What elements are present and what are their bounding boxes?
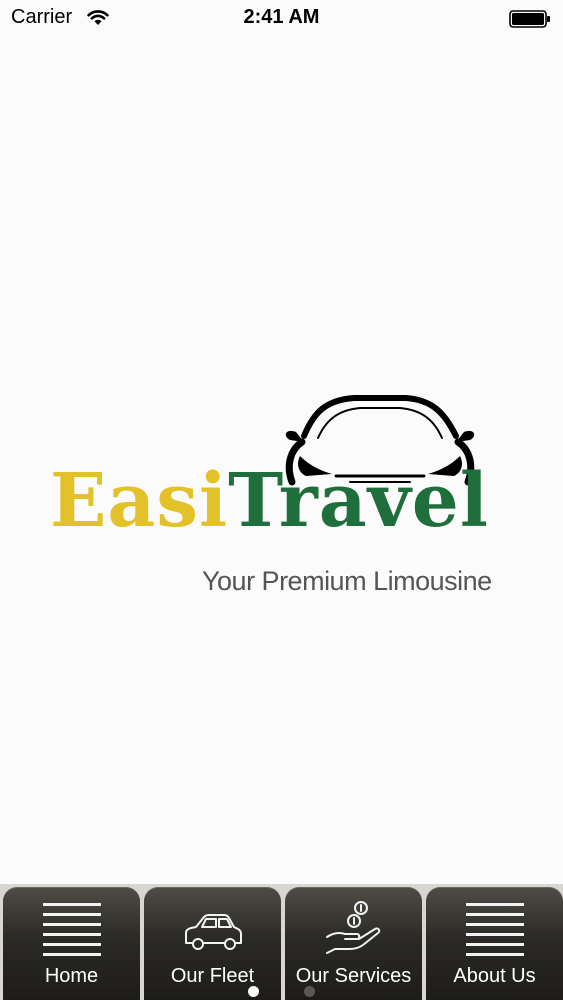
hand-coins-icon	[326, 901, 381, 954]
brand-name-travel: Travel	[228, 458, 489, 544]
bottom-tab-bar: Home Our Fleet Our Services About Us	[0, 884, 563, 1000]
battery-icon	[509, 10, 550, 28]
brand-tagline: Your Premium Limousine	[202, 566, 492, 596]
tab-about-us-label: About Us	[453, 965, 536, 987]
page-indicator-dot[interactable]	[304, 986, 315, 997]
menu-lines-icon	[466, 903, 524, 956]
tab-our-fleet[interactable]: Our Fleet	[144, 887, 281, 1000]
tab-our-services[interactable]: Our Services	[285, 887, 422, 1000]
menu-lines-icon	[43, 903, 101, 956]
brand-logo: EasiTravel Your Premium Limousine	[40, 390, 520, 610]
tab-our-fleet-label: Our Fleet	[170, 965, 255, 987]
page-indicator-dot-active[interactable]	[248, 986, 259, 997]
brand-wordmark: EasiTravel	[50, 464, 489, 538]
status-bar: Carrier 2:41 AM	[0, 0, 563, 40]
tab-about-us[interactable]: About Us	[426, 887, 563, 1000]
tab-home-label: Home	[44, 965, 99, 987]
tab-home[interactable]: Home	[3, 887, 140, 1000]
tab-our-services-label: Our Services	[295, 965, 412, 987]
status-time: 2:41 AM	[243, 6, 320, 28]
car-icon	[185, 914, 242, 950]
brand-name-easi: Easi	[50, 458, 229, 544]
